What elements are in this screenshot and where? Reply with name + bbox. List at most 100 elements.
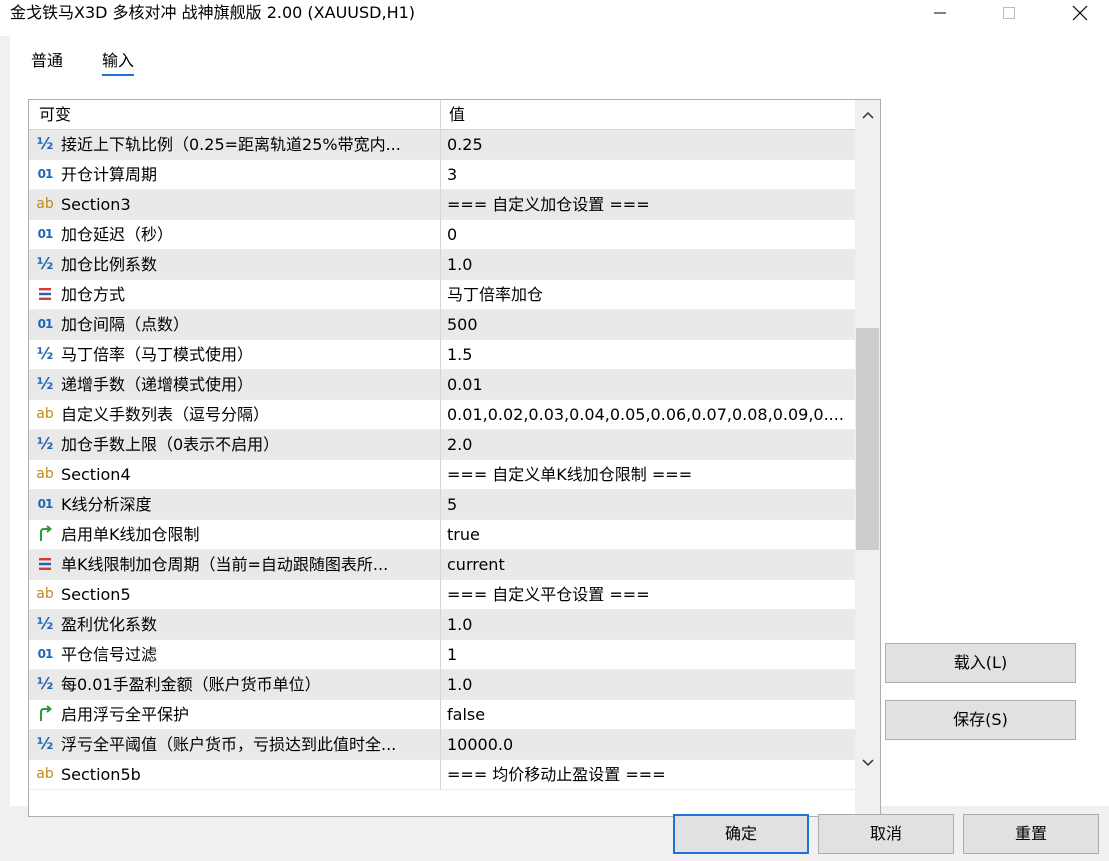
- table-row[interactable]: 启用浮亏全平保护 false: [29, 700, 855, 730]
- minimize-icon: [934, 12, 946, 14]
- parameter-value[interactable]: === 自定义平仓设置 ===: [447, 580, 851, 609]
- column-divider: [440, 160, 441, 190]
- parameter-value[interactable]: 马丁倍率加仓: [447, 280, 851, 309]
- toggle-arrow-icon: [35, 704, 55, 724]
- parameter-value[interactable]: 0.01,0.02,0.03,0.04,0.05,0.06,0.07,0.08,…: [447, 400, 851, 429]
- table-row[interactable]: ½ 加仓比例系数 1.0: [29, 250, 855, 280]
- chevron-down-icon: [861, 759, 874, 767]
- table-row[interactable]: ½ 盈利优化系数 1.0: [29, 610, 855, 640]
- fraction-icon: ½: [36, 674, 54, 693]
- parameter-value[interactable]: 5: [447, 490, 851, 519]
- ok-button[interactable]: 确定: [673, 814, 809, 854]
- table-row[interactable]: 启用单K线加仓限制 true: [29, 520, 855, 550]
- close-icon: [1072, 5, 1088, 21]
- parameter-value[interactable]: 1.0: [447, 670, 851, 699]
- parameter-value[interactable]: 10000.0: [447, 730, 851, 759]
- column-separator[interactable]: [440, 100, 441, 130]
- table-row[interactable]: ½ 加仓手数上限（0表示不启用） 2.0: [29, 430, 855, 460]
- table-row[interactable]: 01 K线分析深度 5: [29, 490, 855, 520]
- string-icon: ab: [36, 406, 54, 422]
- column-divider: [440, 310, 441, 340]
- table-row[interactable]: 加仓方式 马丁倍率加仓: [29, 280, 855, 310]
- column-header-variable[interactable]: 可变: [39, 100, 71, 130]
- column-divider: [440, 190, 441, 220]
- list-icon: [35, 284, 55, 304]
- parameter-value[interactable]: === 均价移动止盈设置 ===: [447, 760, 851, 789]
- scroll-up-button[interactable]: [855, 102, 880, 128]
- fraction-icon: ½: [36, 434, 54, 453]
- string-icon: ab: [36, 196, 54, 212]
- parameter-value[interactable]: === 自定义加仓设置 ===: [447, 190, 851, 219]
- column-divider: [440, 700, 441, 730]
- table-row[interactable]: ½ 马丁倍率（马丁模式使用） 1.5: [29, 340, 855, 370]
- table-row[interactable]: ab 自定义手数列表（逗号分隔） 0.01,0.02,0.03,0.04,0.05,…: [29, 400, 855, 430]
- save-button[interactable]: 保存(S): [885, 700, 1076, 740]
- parameter-name: 单K线限制加仓周期（当前=自动跟随图表所...: [61, 555, 389, 574]
- table-row[interactable]: ab Section5b === 均价移动止盈设置 ===: [29, 760, 855, 790]
- table-row[interactable]: ½ 接近上下轨比例（0.25=距离轨道25%带宽内... 0.25: [29, 130, 855, 160]
- parameter-name: 开仓计算周期: [61, 165, 158, 184]
- table-row[interactable]: 单K线限制加仓周期（当前=自动跟随图表所... current: [29, 550, 855, 580]
- table-row[interactable]: 01 加仓延迟（秒） 0: [29, 220, 855, 250]
- parameter-value[interactable]: === 自定义单K线加仓限制 ===: [447, 460, 851, 489]
- table-row[interactable]: ab Section3 === 自定义加仓设置 ===: [29, 190, 855, 220]
- minimize-button[interactable]: [917, 0, 963, 26]
- table-row[interactable]: 01 加仓间隔（点数） 500: [29, 310, 855, 340]
- parameter-value[interactable]: 1.0: [447, 610, 851, 639]
- integer-icon: 01: [37, 227, 54, 241]
- integer-icon: 01: [37, 497, 54, 511]
- parameter-value[interactable]: 1: [447, 640, 851, 669]
- parameter-value[interactable]: 1.0: [447, 250, 851, 279]
- parameter-name: 加仓方式: [61, 285, 126, 304]
- string-icon: ab: [36, 586, 54, 602]
- parameter-value[interactable]: false: [447, 700, 851, 729]
- parameter-value[interactable]: 0.25: [447, 130, 851, 159]
- parameter-name: Section4: [61, 465, 131, 484]
- parameter-value[interactable]: 500: [447, 310, 851, 339]
- table-row[interactable]: ½ 浮亏全平阈值（账户货币，亏损达到此值时全... 10000.0: [29, 730, 855, 760]
- parameter-name: 加仓间隔（点数）: [61, 315, 190, 334]
- parameter-name: 盈利优化系数: [61, 615, 158, 634]
- table-row[interactable]: 01 开仓计算周期 3: [29, 160, 855, 190]
- chevron-up-icon: [861, 111, 874, 119]
- parameter-name: K线分析深度: [61, 495, 152, 514]
- column-header-value[interactable]: 值: [449, 100, 465, 130]
- parameter-name: Section5b: [61, 765, 141, 784]
- tab-general[interactable]: 普通: [31, 50, 63, 76]
- parameter-value[interactable]: 2.0: [447, 430, 851, 459]
- table-row[interactable]: ab Section5 === 自定义平仓设置 ===: [29, 580, 855, 610]
- fraction-icon: ½: [36, 254, 54, 273]
- parameter-value[interactable]: current: [447, 550, 851, 579]
- parameter-name: 启用单K线加仓限制: [61, 525, 200, 544]
- table-row[interactable]: 01 平仓信号过滤 1: [29, 640, 855, 670]
- inputs-grid: 可变 值 ½ 接近上下轨比例（0.25=距离轨道25%带宽内... 0.25 01 开仓…: [28, 99, 881, 817]
- title-bar: 金戈铁马X3D 多核对冲 战神旗舰版 2.00 (XAUUSD,H1): [0, 0, 1109, 36]
- parameter-value[interactable]: 1.5: [447, 340, 851, 369]
- parameter-value[interactable]: 0: [447, 220, 851, 249]
- fraction-icon: ½: [36, 344, 54, 363]
- maximize-button[interactable]: [986, 0, 1032, 26]
- parameter-name: Section3: [61, 195, 131, 214]
- table-row[interactable]: ½ 每0.01手盈利金额（账户货币单位） 1.0: [29, 670, 855, 700]
- scroll-thumb[interactable]: [856, 328, 879, 550]
- scroll-down-button[interactable]: [855, 750, 880, 776]
- close-button[interactable]: [1057, 0, 1103, 26]
- dialog-panel: 普通 输入 可变 值 ½ 接近上下轨比例（0.25=距离轨道25%带宽内... 0.…: [10, 36, 1109, 817]
- load-button[interactable]: 载入(L): [885, 643, 1076, 683]
- column-divider: [440, 520, 441, 550]
- reset-button[interactable]: 重置: [963, 814, 1099, 854]
- table-row[interactable]: ab Section4 === 自定义单K线加仓限制 ===: [29, 460, 855, 490]
- parameter-name: 递增手数（递增模式使用）: [61, 375, 254, 394]
- column-divider: [440, 490, 441, 520]
- column-divider: [440, 730, 441, 760]
- cancel-button[interactable]: 取消: [818, 814, 954, 854]
- parameter-value[interactable]: true: [447, 520, 851, 549]
- table-row[interactable]: ½ 递增手数（递增模式使用） 0.01: [29, 370, 855, 400]
- parameter-value[interactable]: 0.01: [447, 370, 851, 399]
- parameter-name: 马丁倍率（马丁模式使用）: [61, 345, 254, 364]
- column-divider: [440, 220, 441, 250]
- tab-inputs[interactable]: 输入: [102, 50, 135, 76]
- vertical-scrollbar[interactable]: [855, 100, 880, 816]
- string-icon: ab: [36, 766, 54, 782]
- parameter-value[interactable]: 3: [447, 160, 851, 189]
